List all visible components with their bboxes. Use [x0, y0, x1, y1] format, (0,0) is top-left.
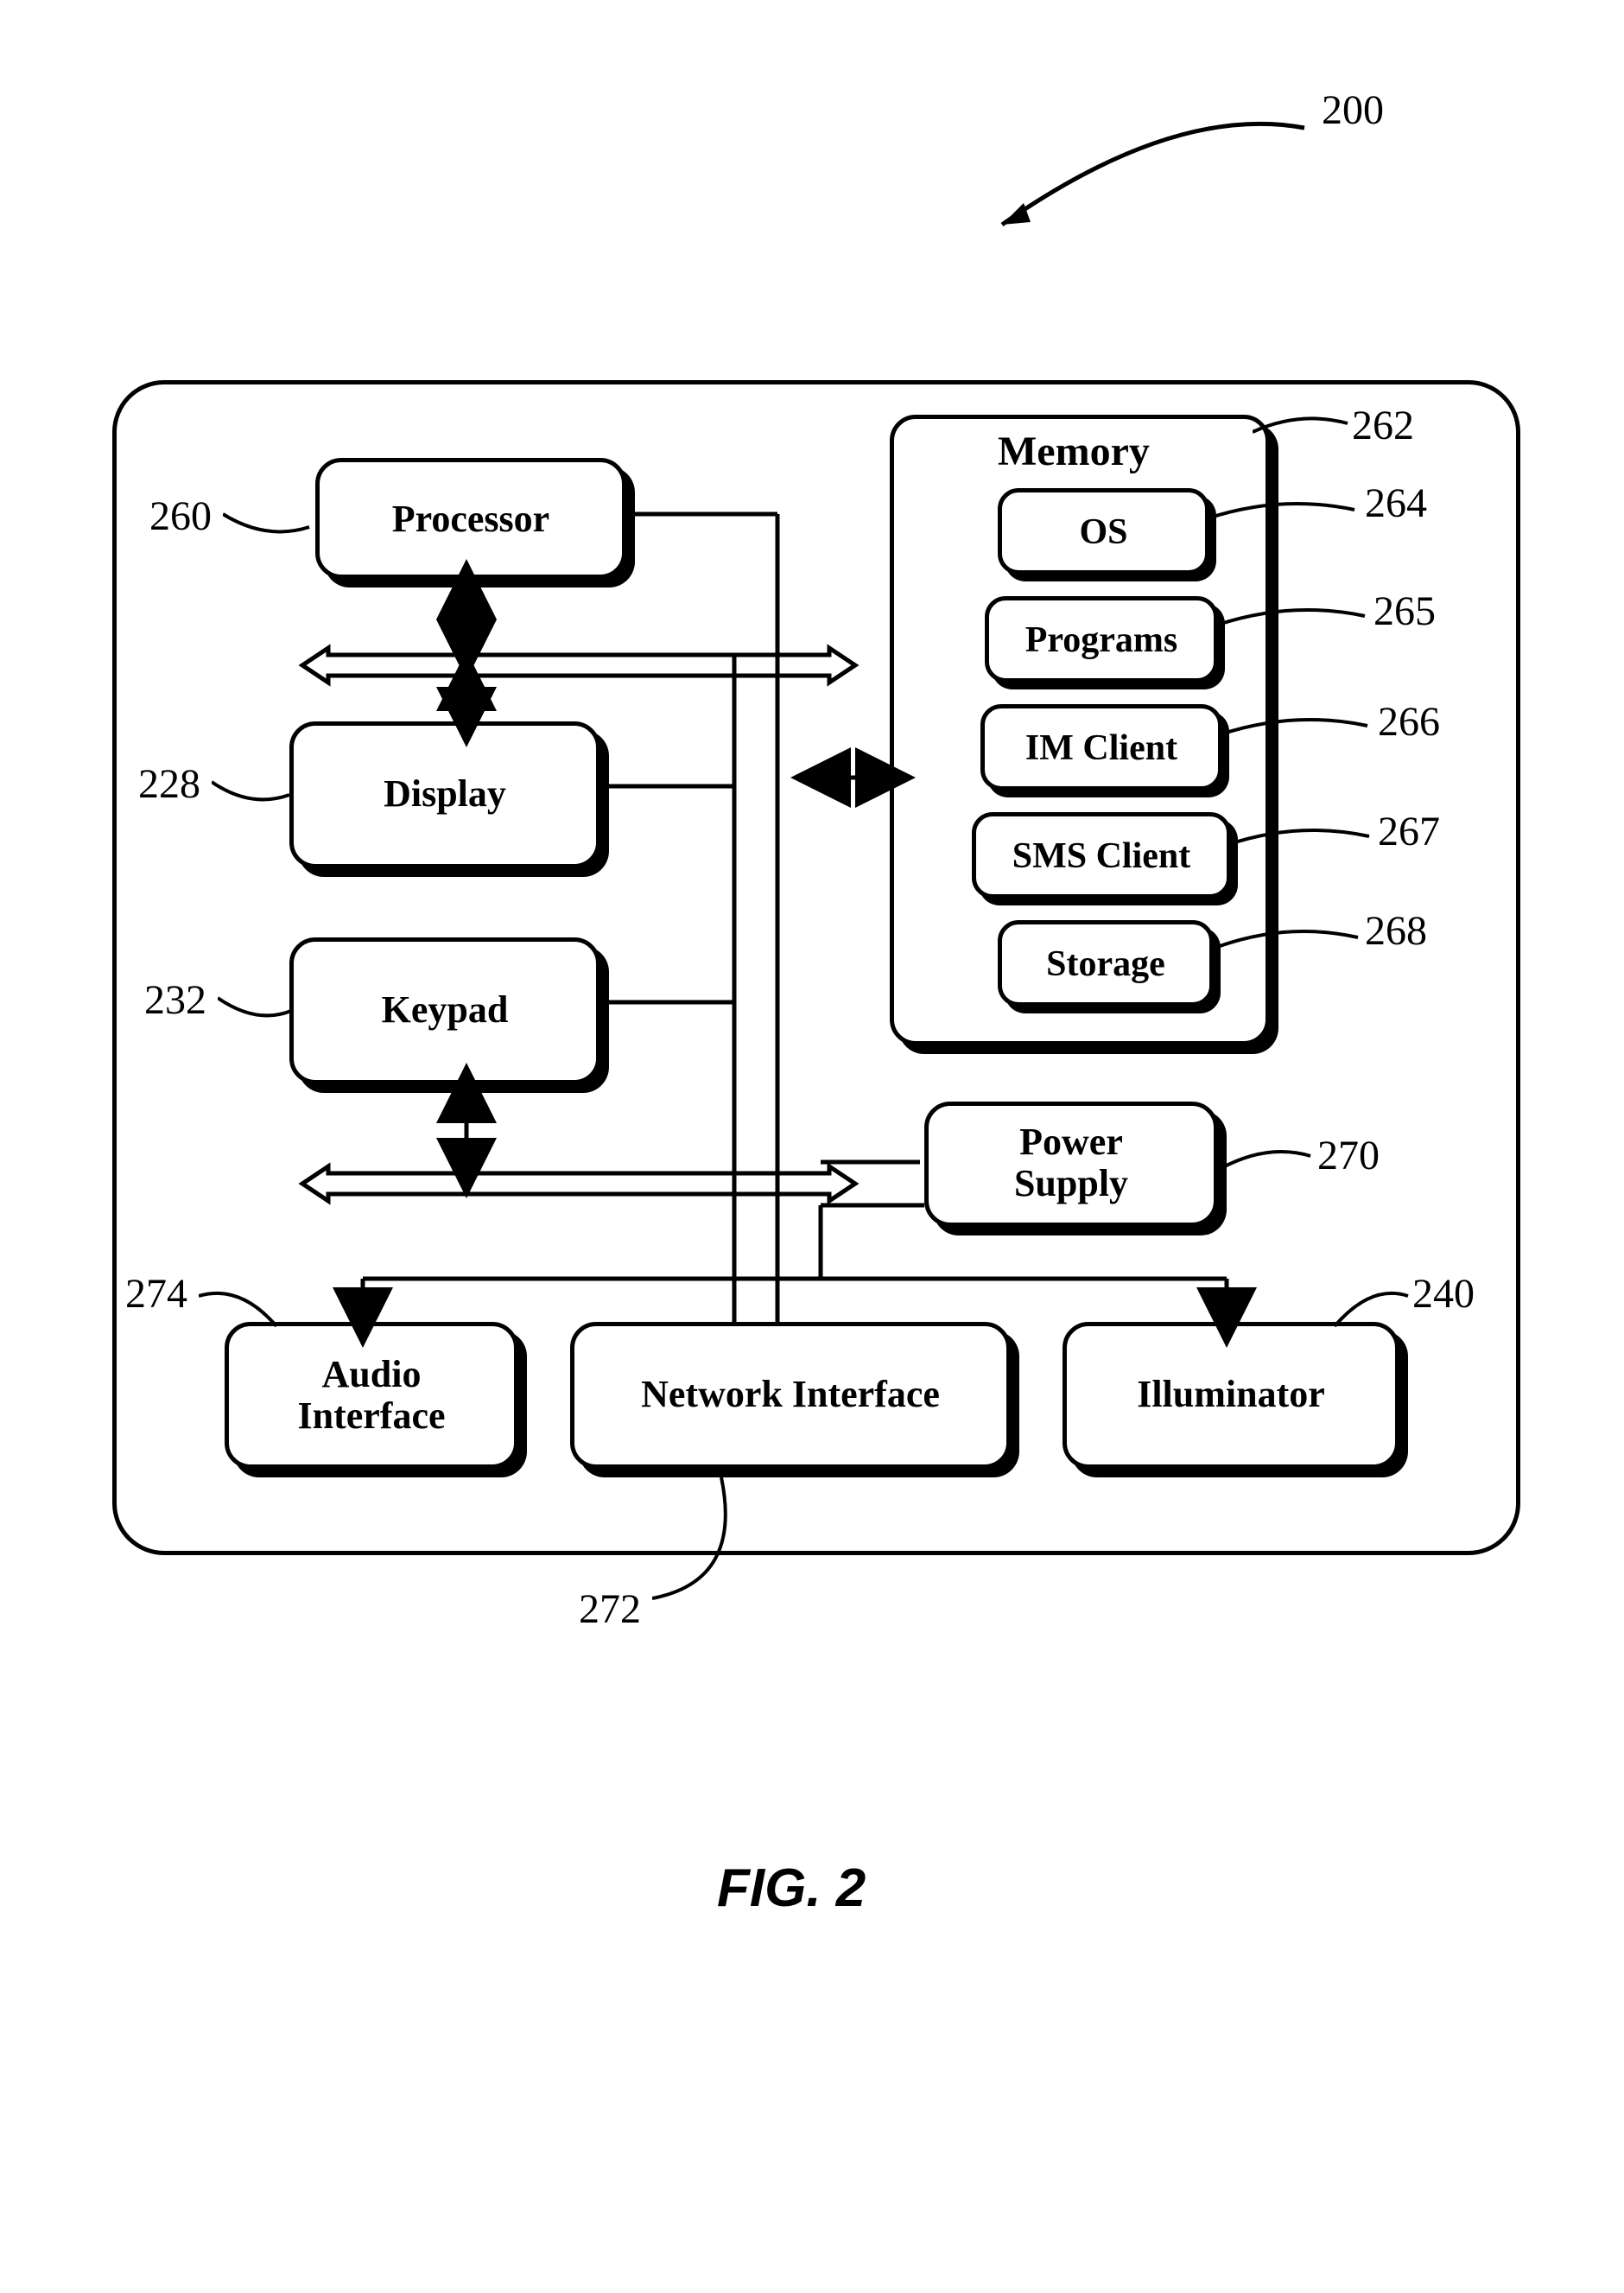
connector-bus	[0, 0, 1624, 1728]
page: 200 Processor 260 Display 228 Keypad 232…	[0, 0, 1624, 2293]
figure-caption: FIG. 2	[717, 1858, 866, 1919]
